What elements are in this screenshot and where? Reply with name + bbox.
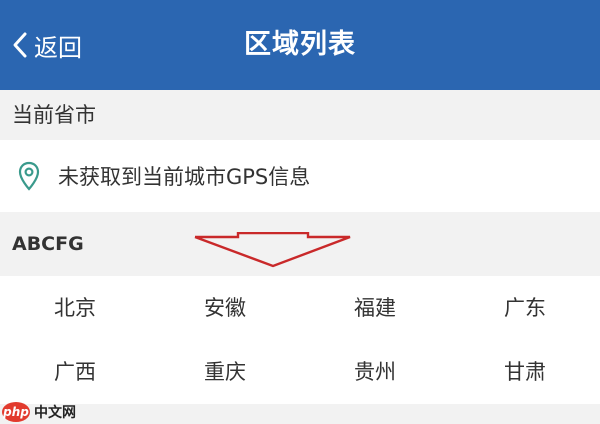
watermark: php 中文网 — [2, 401, 76, 423]
city-item[interactable]: 甘肃 — [450, 340, 600, 404]
section-header-current: 当前省市 — [0, 90, 600, 140]
city-item[interactable]: 重庆 — [150, 340, 300, 404]
city-item[interactable]: 北京 — [0, 276, 150, 340]
city-item[interactable]: 贵州 — [300, 340, 450, 404]
city-item[interactable]: 广东 — [450, 276, 600, 340]
city-item[interactable]: 安徽 — [150, 276, 300, 340]
city-grid: 北京 安徽 福建 广东 广西 重庆 贵州 甘肃 — [0, 276, 600, 404]
page-title: 区域列表 — [244, 29, 356, 60]
gps-status-row[interactable]: 未获取到当前城市GPS信息 — [0, 140, 600, 212]
watermark-text: 中文网 — [34, 405, 76, 421]
watermark-logo: php — [2, 402, 30, 422]
city-item[interactable]: 广西 — [0, 340, 150, 404]
app-header: 返回 区域列表 — [0, 0, 600, 90]
city-item[interactable]: 福建 — [300, 276, 450, 340]
location-pin-icon — [18, 161, 40, 191]
gps-status-text: 未获取到当前城市GPS信息 — [58, 165, 311, 189]
bottom-section-strip — [0, 404, 600, 424]
down-arrow-annotation — [194, 232, 351, 268]
